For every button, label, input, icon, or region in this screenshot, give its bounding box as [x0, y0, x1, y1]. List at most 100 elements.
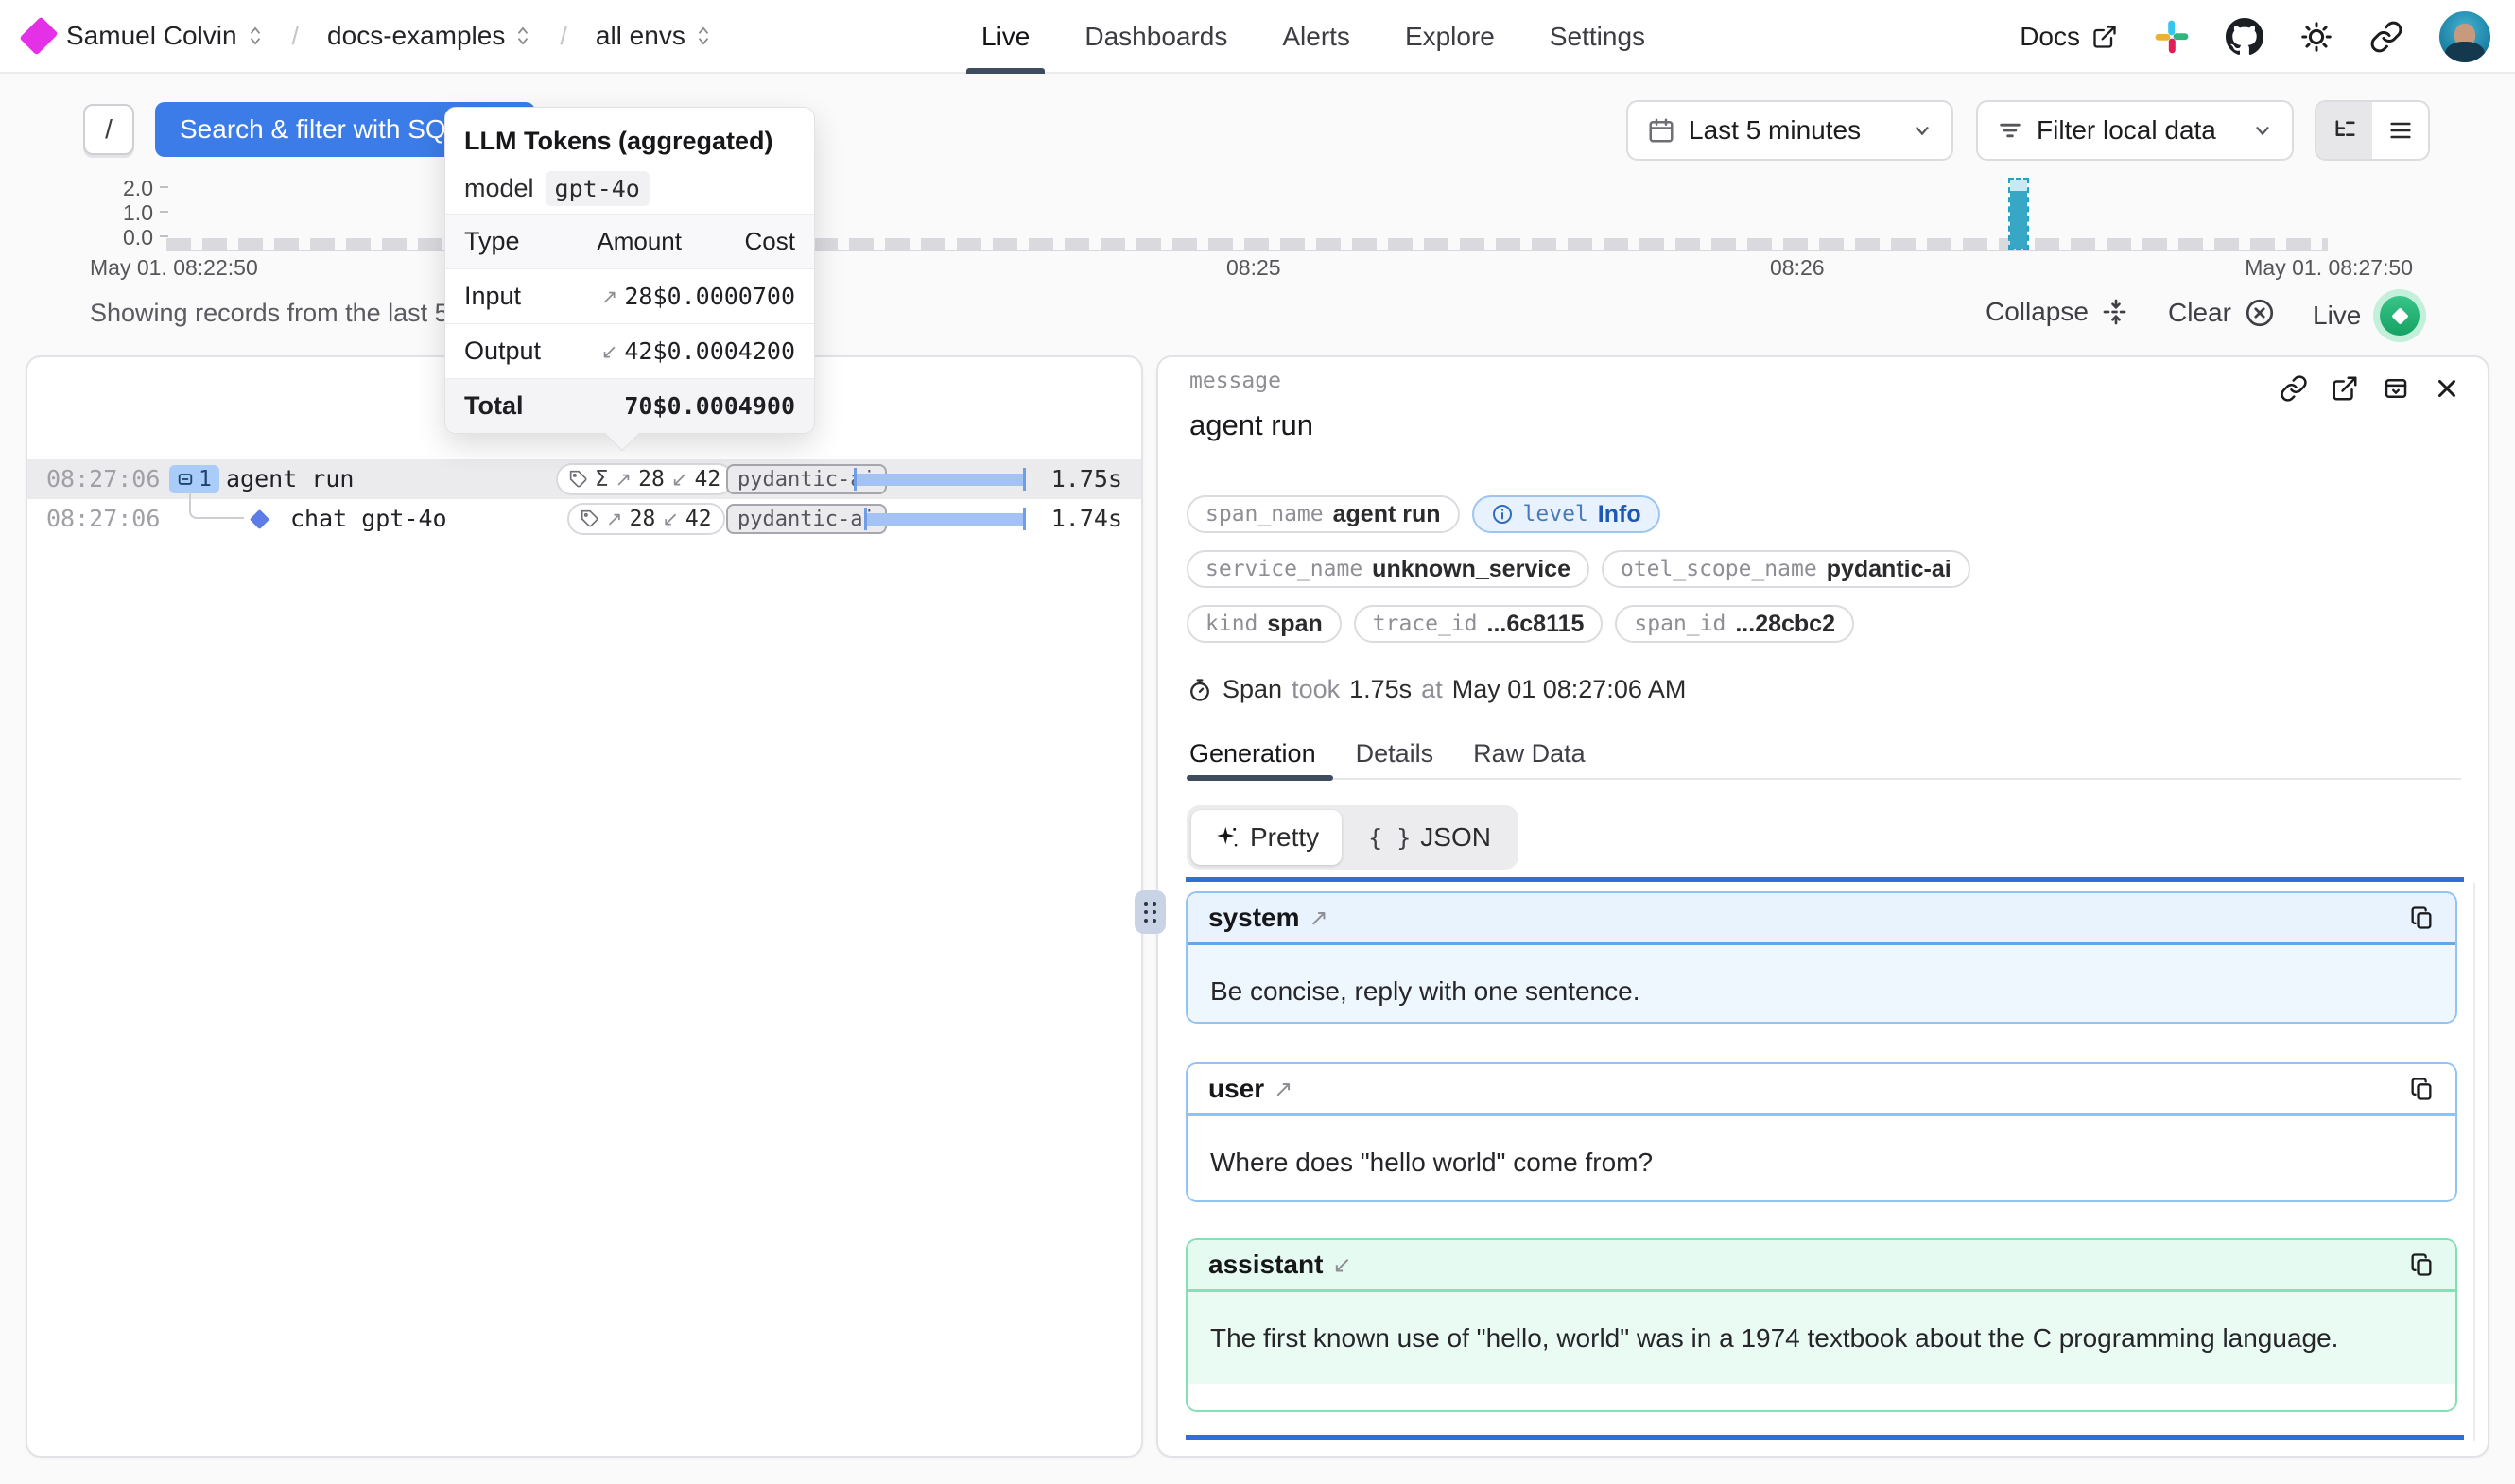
org-name: Samuel Colvin	[66, 21, 237, 51]
clear-button[interactable]: Clear	[2168, 297, 2276, 329]
token-usage-pill[interactable]: Σ ↗ 28 ↙ 42	[556, 463, 734, 495]
arrow-up-right-icon: ↗	[601, 285, 618, 308]
dock-panel-icon[interactable]	[2382, 374, 2410, 403]
attr-value: ...6c8115	[1487, 611, 1585, 638]
project-name: docs-examples	[327, 21, 505, 51]
tree-connector	[189, 492, 244, 519]
attr-otel-scope-name[interactable]: otel_scope_name pydantic-ai	[1602, 550, 1970, 588]
time-range-select[interactable]: Last 5 minutes	[1626, 100, 1953, 161]
clear-circle-x-icon	[2244, 297, 2276, 329]
timing-prefix: Span	[1223, 675, 1282, 704]
attr-key: span_id	[1634, 612, 1726, 636]
row-cost: $0.0004900	[652, 392, 795, 420]
tokens-row-input: Input ↗ 28 $0.0000700	[445, 268, 814, 323]
navbar-actions: Docs	[2020, 0, 2490, 74]
attr-key: level	[1523, 502, 1588, 526]
duration-bar	[854, 468, 1026, 491]
tabs-underline	[1187, 778, 2461, 780]
panel-resize-grip[interactable]	[1135, 890, 1166, 934]
duration-value: 1.74s	[1051, 499, 1122, 539]
tokens-in: 28	[630, 507, 656, 531]
env-name: all envs	[596, 21, 685, 51]
attr-key: service_name	[1205, 557, 1362, 581]
tab-raw-data[interactable]: Raw Data	[1473, 739, 1586, 768]
attr-kind[interactable]: kind span	[1187, 605, 1342, 643]
slack-icon[interactable]	[2154, 19, 2190, 55]
copy-icon[interactable]	[2408, 905, 2435, 931]
chevron-down-icon	[2252, 120, 2273, 141]
breadcrumb-org[interactable]: Samuel Colvin	[66, 21, 264, 51]
message-text: The first known use of "hello, world" wa…	[1188, 1292, 2455, 1384]
message-card-assistant: assistant ↙ The first known use of "hell…	[1186, 1238, 2457, 1412]
pretty-toggle[interactable]: Pretty	[1191, 810, 1342, 865]
nav-settings[interactable]: Settings	[1550, 0, 1645, 74]
close-panel-icon[interactable]	[2433, 374, 2461, 403]
active-tab-indicator	[1187, 775, 1333, 781]
nav-live[interactable]: Live	[981, 0, 1030, 74]
copy-link-icon[interactable]	[2280, 374, 2308, 403]
collapse-icon	[2101, 297, 2131, 327]
tab-details[interactable]: Details	[1356, 739, 1434, 768]
docs-link[interactable]: Docs	[2020, 22, 2118, 52]
attr-service-name[interactable]: service_name unknown_service	[1187, 550, 1589, 588]
breadcrumb-project[interactable]: docs-examples	[327, 21, 531, 51]
tree-view-toggle[interactable]	[2316, 102, 2372, 159]
arrow-down-left-icon: ↙	[1332, 1251, 1351, 1278]
attr-value: agent run	[1333, 501, 1441, 528]
list-view-toggle[interactable]	[2372, 102, 2428, 159]
user-avatar[interactable]	[2439, 11, 2490, 62]
scope-badge[interactable]: pydantic-ai	[726, 504, 887, 534]
share-link-icon[interactable]	[2369, 20, 2403, 54]
records-histogram[interactable]: 2.0 1.0 0.0 May 01. 08:22:50 08:25 08:26…	[0, 176, 2515, 299]
tokens-in: 28	[638, 467, 665, 492]
attr-span-name[interactable]: span_name agent run	[1187, 495, 1460, 533]
bar-cap	[2010, 180, 2027, 191]
token-usage-pill[interactable]: ↗ 28 ↙ 42	[567, 503, 725, 535]
row-type: Input	[464, 282, 556, 311]
attr-span-id[interactable]: span_id ...28cbc2	[1615, 605, 1854, 643]
breadcrumb-separator: /	[560, 22, 567, 51]
x-label-end: May 01. 08:27:50	[2245, 255, 2413, 281]
logfire-logo-icon	[19, 16, 58, 55]
collapse-button[interactable]: Collapse	[1986, 297, 2131, 327]
tokens-out: 42	[694, 467, 720, 492]
open-in-new-icon[interactable]	[2331, 374, 2359, 403]
github-icon[interactable]	[2226, 18, 2264, 56]
copy-icon[interactable]	[2408, 1251, 2435, 1278]
row-cost: $0.0004200	[652, 337, 795, 365]
row-type: Total	[464, 391, 556, 421]
nav-explore[interactable]: Explore	[1405, 0, 1495, 74]
attr-value: unknown_service	[1372, 556, 1570, 583]
y-tick-mark	[160, 211, 168, 213]
detail-tabs: Generation Details Raw Data	[1189, 739, 1586, 768]
slash-shortcut-key[interactable]: /	[83, 104, 134, 155]
breadcrumb-separator: /	[292, 22, 300, 51]
sparkle-icon	[1214, 824, 1240, 851]
detail-panel-actions	[2280, 374, 2461, 403]
llm-tokens-tooltip: LLM Tokens (aggregated) model gpt-4o Typ…	[444, 107, 815, 434]
theme-toggle-icon[interactable]	[2299, 20, 2333, 54]
bar-fill	[2010, 191, 2027, 249]
scrollbar-track[interactable]	[2473, 883, 2475, 1441]
breadcrumb-env[interactable]: all envs	[596, 21, 712, 51]
live-toggle[interactable]: Live	[2313, 289, 2426, 342]
nav-dashboards[interactable]: Dashboards	[1084, 0, 1227, 74]
trace-row-chat-gpt-4o[interactable]: 08:27:06 chat gpt-4o ↗ 28 ↙ 42 pydantic-…	[27, 499, 1141, 539]
live-label: Live	[2313, 289, 2361, 342]
filter-local-data-select[interactable]: Filter local data	[1976, 100, 2294, 161]
span-timing: Span took 1.75s at May 01 08:27:06 AM	[1187, 675, 1686, 704]
tokens-table-header: Type Amount Cost	[445, 214, 814, 268]
attr-level[interactable]: level Info	[1472, 495, 1660, 533]
sigma-icon: Σ	[595, 467, 609, 492]
nav-alerts[interactable]: Alerts	[1282, 0, 1350, 74]
attr-value: span	[1267, 611, 1322, 638]
histogram-selected-bar[interactable]	[2008, 178, 2029, 250]
scroll-area-top-border	[1186, 877, 2464, 882]
info-icon	[1491, 503, 1514, 526]
tab-generation[interactable]: Generation	[1189, 739, 1316, 768]
attr-trace-id[interactable]: trace_id ...6c8115	[1354, 605, 1604, 643]
json-toggle[interactable]: { } JSON	[1345, 810, 1514, 865]
collapse-children-badge[interactable]: 1	[169, 465, 219, 493]
copy-icon[interactable]	[2408, 1076, 2435, 1102]
breadcrumb: Samuel Colvin / docs-examples / all envs	[26, 21, 712, 51]
